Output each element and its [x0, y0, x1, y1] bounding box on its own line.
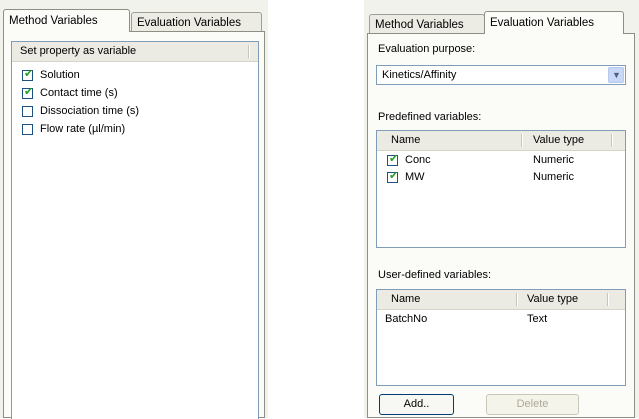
- delete-button[interactable]: Delete: [486, 394, 579, 415]
- add-button[interactable]: Add..: [379, 394, 454, 415]
- tab-evaluation-variables[interactable]: Evaluation Variables: [484, 11, 624, 34]
- list-item-label: Dissociation time (s): [40, 105, 140, 117]
- solution-checkbox[interactable]: ✔: [22, 68, 34, 81]
- list-item-label: Solution: [40, 69, 80, 81]
- column-divider[interactable]: [521, 134, 523, 147]
- list-item[interactable]: ✔ Solution: [12, 67, 252, 85]
- dissociation-time-checkbox[interactable]: [22, 106, 33, 117]
- column-divider[interactable]: [607, 293, 609, 306]
- list-item[interactable]: Flow rate (µl/min): [12, 121, 252, 139]
- check-icon: ✔: [389, 170, 399, 182]
- column-header-name[interactable]: Name: [391, 290, 511, 309]
- variable-type: Numeric: [533, 154, 574, 166]
- property-list[interactable]: Set property as variable ✔ Solution ✔ Co…: [11, 41, 259, 419]
- variable-name: MW: [405, 171, 425, 183]
- column-divider[interactable]: [516, 293, 518, 306]
- evaluation-purpose-label: Evaluation purpose:: [378, 43, 476, 55]
- tab-evaluation-variables[interactable]: Evaluation Variables: [131, 12, 262, 32]
- column-header-value-type[interactable]: Value type: [527, 290, 607, 309]
- variable-name: Conc: [405, 154, 431, 166]
- column-header-set-property[interactable]: Set property as variable: [20, 42, 240, 61]
- chevron-down-icon: ▼: [612, 70, 621, 80]
- column-divider[interactable]: [248, 45, 250, 58]
- check-icon: ✔: [389, 153, 399, 165]
- user-defined-variables-list[interactable]: Name Value type BatchNo Text: [376, 289, 626, 386]
- list-item[interactable]: ✔ Contact time (s): [12, 85, 252, 103]
- method-variables-window: Method Variables Evaluation Variables Se…: [0, 0, 268, 419]
- user-defined-variables-label: User-defined variables:: [378, 269, 492, 281]
- evaluation-purpose-value: Kinetics/Affinity: [382, 69, 457, 81]
- method-variables-panel: Set property as variable ✔ Solution ✔ Co…: [3, 31, 265, 419]
- contact-time-checkbox[interactable]: ✔: [22, 86, 34, 99]
- column-divider[interactable]: [611, 134, 613, 147]
- variable-type: Text: [527, 313, 548, 325]
- table-row[interactable]: BatchNo Text: [377, 311, 625, 328]
- tab-method-variables[interactable]: Method Variables: [3, 9, 130, 32]
- list-header: Name Value type: [377, 290, 625, 310]
- predefined-variables-list[interactable]: Name Value type ✔ Conc Numeric ✔ MW Nume…: [376, 130, 626, 248]
- evaluation-purpose-select[interactable]: Kinetics/Affinity ▼: [376, 65, 626, 85]
- mw-checkbox[interactable]: ✔: [387, 170, 399, 183]
- column-header-name[interactable]: Name: [391, 131, 511, 150]
- list-item[interactable]: Dissociation time (s): [12, 103, 252, 121]
- check-icon: ✔: [24, 68, 34, 80]
- tab-method-variables[interactable]: Method Variables: [369, 14, 485, 34]
- list-item-label: Flow rate (µl/min): [40, 123, 126, 135]
- variable-name: BatchNo: [385, 313, 428, 325]
- evaluation-variables-panel: Evaluation purpose: Kinetics/Affinity ▼ …: [367, 33, 635, 418]
- list-item-label: Contact time (s): [40, 87, 118, 99]
- list-header: Set property as variable: [12, 42, 258, 62]
- flow-rate-checkbox[interactable]: [22, 124, 33, 135]
- dropdown-button[interactable]: ▼: [608, 67, 624, 83]
- variable-type: Numeric: [533, 171, 574, 183]
- column-header-value-type[interactable]: Value type: [533, 131, 613, 150]
- evaluation-variables-window: Method Variables Evaluation Variables Ev…: [364, 0, 639, 418]
- list-header: Name Value type: [377, 131, 625, 151]
- check-icon: ✔: [24, 86, 34, 98]
- table-row[interactable]: ✔ Conc Numeric: [377, 152, 625, 169]
- predefined-variables-label: Predefined variables:: [378, 111, 482, 123]
- table-row[interactable]: ✔ MW Numeric: [377, 169, 625, 186]
- conc-checkbox[interactable]: ✔: [387, 153, 399, 166]
